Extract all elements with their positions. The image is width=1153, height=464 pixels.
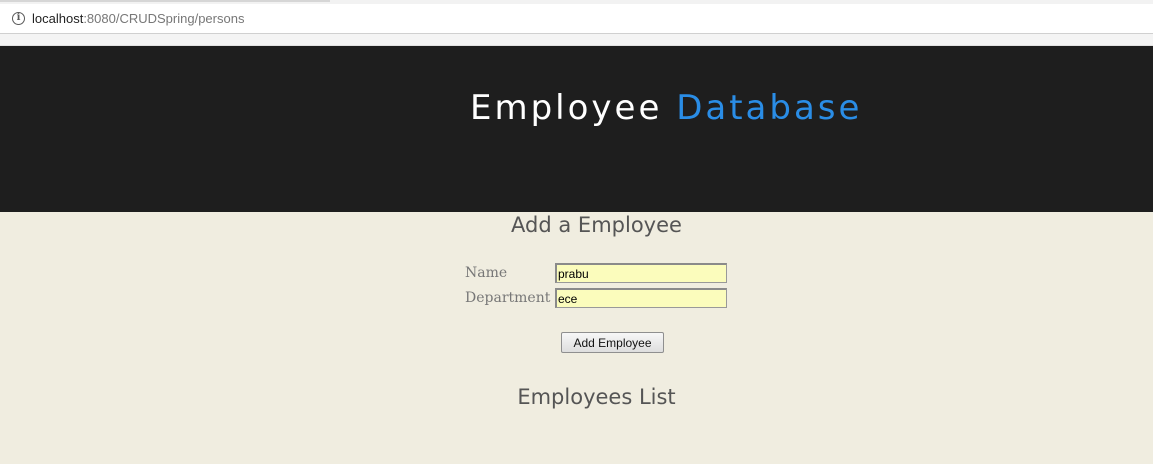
- url-text[interactable]: localhost:8080/CRUDSpring/persons: [32, 11, 244, 26]
- add-employee-heading: Add a Employee: [511, 213, 682, 237]
- employees-list-heading: Employees List: [517, 385, 676, 409]
- tab-strip-line: [0, 0, 330, 2]
- url-path: :8080/CRUDSpring/persons: [83, 11, 245, 26]
- title-main: Employee: [470, 88, 663, 128]
- browser-toolbar-edge: [0, 34, 1153, 46]
- add-employee-button[interactable]: Add Employee: [561, 332, 664, 353]
- title-accent: Database: [676, 88, 863, 128]
- name-input[interactable]: [555, 263, 727, 283]
- page-title: Employee Database: [470, 88, 862, 128]
- header-banner: Employee Database: [0, 46, 1153, 212]
- info-icon[interactable]: i: [12, 12, 25, 25]
- department-input[interactable]: [555, 288, 727, 308]
- name-label: Name: [465, 265, 508, 281]
- department-label: Department: [465, 290, 551, 306]
- address-bar[interactable]: i localhost:8080/CRUDSpring/persons: [0, 4, 1153, 34]
- url-host: localhost: [32, 11, 84, 26]
